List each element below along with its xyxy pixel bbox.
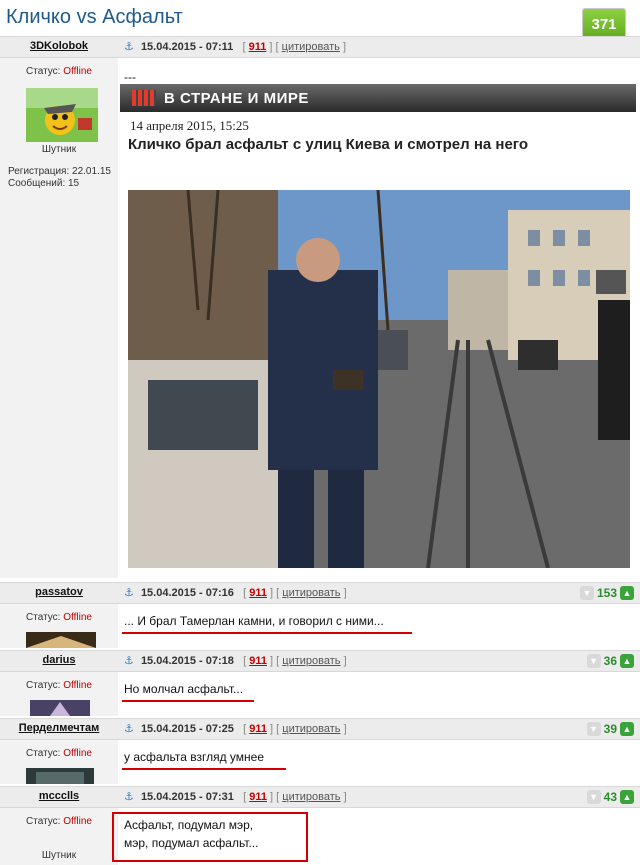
post: mccclls ⚓ 15.04.2015 - 07:31 [ 911 ] [ ц…: [0, 786, 640, 865]
post-number-link[interactable]: 911: [249, 587, 267, 599]
post-message: Но молчал асфальт...: [124, 682, 244, 696]
author-rank: Шутник: [41, 144, 77, 155]
post-message: у асфальта взгляд умнее: [124, 750, 265, 764]
post-header: 3DKolobok ⚓ 15.04.2015 - 07:11 [ 911 ] […: [0, 36, 640, 58]
quote-link[interactable]: цитировать: [282, 723, 340, 735]
post-vote: ▼ 36 ▲: [586, 654, 634, 668]
author-status: Статус: Offline: [26, 680, 92, 691]
post-date: 15.04.2015 - 07:31: [140, 791, 234, 803]
post-author[interactable]: darius: [0, 654, 118, 666]
thumb-down-icon[interactable]: ▼: [586, 722, 601, 736]
post-author[interactable]: mccclls: [0, 790, 118, 802]
avatar[interactable]: [26, 88, 98, 142]
news-date: 14 апреля 2015, 15:25: [130, 118, 249, 133]
quote-link[interactable]: цитировать: [282, 655, 340, 667]
status-offline: Offline: [63, 612, 92, 623]
quote-link[interactable]: цитировать: [282, 791, 340, 803]
post-author[interactable]: Перделмечтам: [0, 722, 118, 734]
post-score: 43: [603, 790, 617, 804]
avatar[interactable]: [26, 768, 94, 784]
highlight-underline: [122, 632, 412, 634]
post-meta: ⚓ 15.04.2015 - 07:11 [ 911 ] [ цитироват…: [124, 41, 347, 53]
anchor-icon[interactable]: ⚓: [124, 723, 134, 735]
thumb-up-icon[interactable]: ▲: [620, 654, 634, 668]
anchor-icon[interactable]: ⚓: [124, 655, 134, 667]
post-date: 15.04.2015 - 07:11: [140, 41, 234, 53]
post-date: 15.04.2015 - 07:16: [140, 587, 234, 599]
status-offline: Offline: [63, 66, 92, 77]
post-message-line-1: Асфальт, подумал мэр,: [124, 818, 254, 832]
status-offline: Offline: [63, 680, 92, 691]
author-status: Статус: Offline: [26, 748, 92, 759]
thumb-up-icon[interactable]: ▲: [620, 790, 634, 804]
post-score: 36: [603, 654, 617, 668]
status-offline: Offline: [63, 748, 92, 759]
post-header: passatov ⚓ 15.04.2015 - 07:16 [ 911 ] [ …: [0, 582, 640, 604]
post-message-line-2: мэр, подумал асфальт...: [124, 836, 259, 850]
news-banner-text: В СТРАНЕ И МИРЕ: [164, 90, 309, 107]
post-score: 153: [596, 586, 617, 600]
post-meta: ⚓ 15.04.2015 - 07:25 [ 911 ] [ цитироват…: [124, 723, 347, 735]
thumb-up-icon[interactable]: ▲: [620, 586, 634, 600]
post-header: mccclls ⚓ 15.04.2015 - 07:31 [ 911 ] [ ц…: [0, 786, 640, 808]
avatar[interactable]: [30, 700, 90, 716]
post-vote: ▼ 153 ▲: [579, 586, 634, 600]
channel-logo: [132, 90, 156, 106]
post-author[interactable]: passatov: [0, 586, 118, 598]
quote-link[interactable]: цитировать: [282, 587, 340, 599]
thumb-down-icon[interactable]: ▼: [579, 586, 594, 600]
thumb-down-icon[interactable]: ▼: [586, 790, 601, 804]
post-number-link[interactable]: 911: [249, 723, 267, 735]
post-vote: ▼ 43 ▲: [586, 790, 634, 804]
post-vote: ▼ 39 ▲: [586, 722, 634, 736]
status-offline: Offline: [63, 816, 92, 827]
post-meta: ⚓ 15.04.2015 - 07:18 [ 911 ] [ цитироват…: [124, 655, 347, 667]
anchor-icon[interactable]: ⚓: [124, 587, 134, 599]
thumb-up-icon[interactable]: ▲: [620, 722, 634, 736]
post-number-link[interactable]: 911: [249, 655, 267, 667]
highlight-underline: [122, 768, 286, 770]
author-status: Статус: Offline: [26, 612, 92, 623]
post: passatov ⚓ 15.04.2015 - 07:16 [ 911 ] [ …: [0, 582, 640, 648]
post-header: Перделмечтам ⚓ 15.04.2015 - 07:25 [ 911 …: [0, 718, 640, 740]
quote-link[interactable]: цитировать: [282, 41, 340, 53]
news-banner: В СТРАНЕ И МИРЕ: [120, 84, 636, 112]
post-number-link[interactable]: 911: [249, 791, 267, 803]
post-date: 15.04.2015 - 07:25: [140, 723, 234, 735]
author-rank: Шутник: [41, 850, 77, 861]
post-meta: ⚓ 15.04.2015 - 07:31 [ 911 ] [ цитироват…: [124, 791, 347, 803]
post-meta: ⚓ 15.04.2015 - 07:16 [ 911 ] [ цитироват…: [124, 587, 347, 599]
anchor-icon[interactable]: ⚓: [124, 41, 134, 53]
post-date: 15.04.2015 - 07:18: [140, 655, 234, 667]
registration-date: Регистрация: 22.01.15: [8, 166, 111, 177]
post-message: ---: [124, 70, 136, 84]
message-count: Сообщений: 15: [8, 178, 80, 189]
anchor-icon[interactable]: ⚓: [124, 791, 134, 803]
thumb-down-icon[interactable]: ▼: [586, 654, 601, 668]
news-screenshot: В СТРАНЕ И МИРЕ 14 апреля 2015, 15:25 Кл…: [120, 84, 636, 576]
avatar[interactable]: [26, 632, 96, 648]
news-headline: Кличко брал асфальт с улиц Киева и смотр…: [128, 136, 529, 153]
post: darius ⚓ 15.04.2015 - 07:18 [ 911 ] [ ци…: [0, 650, 640, 716]
highlight-underline: [122, 700, 254, 702]
post-number-link[interactable]: 911: [249, 41, 267, 53]
author-status: Статус: Offline: [26, 816, 92, 827]
post-message: ... И брал Тамерлан камни, и говорил с н…: [124, 614, 384, 628]
post-score: 39: [603, 722, 617, 736]
news-photo: [128, 190, 630, 568]
topic-title: Кличко vs Асфальт: [6, 6, 183, 28]
post-author[interactable]: 3DKolobok: [0, 40, 118, 52]
author-status: Статус: Offline: [26, 66, 92, 77]
post: 3DKolobok ⚓ 15.04.2015 - 07:11 [ 911 ] […: [0, 36, 640, 578]
post-header: darius ⚓ 15.04.2015 - 07:18 [ 911 ] [ ци…: [0, 650, 640, 672]
post: Перделмечтам ⚓ 15.04.2015 - 07:25 [ 911 …: [0, 718, 640, 784]
